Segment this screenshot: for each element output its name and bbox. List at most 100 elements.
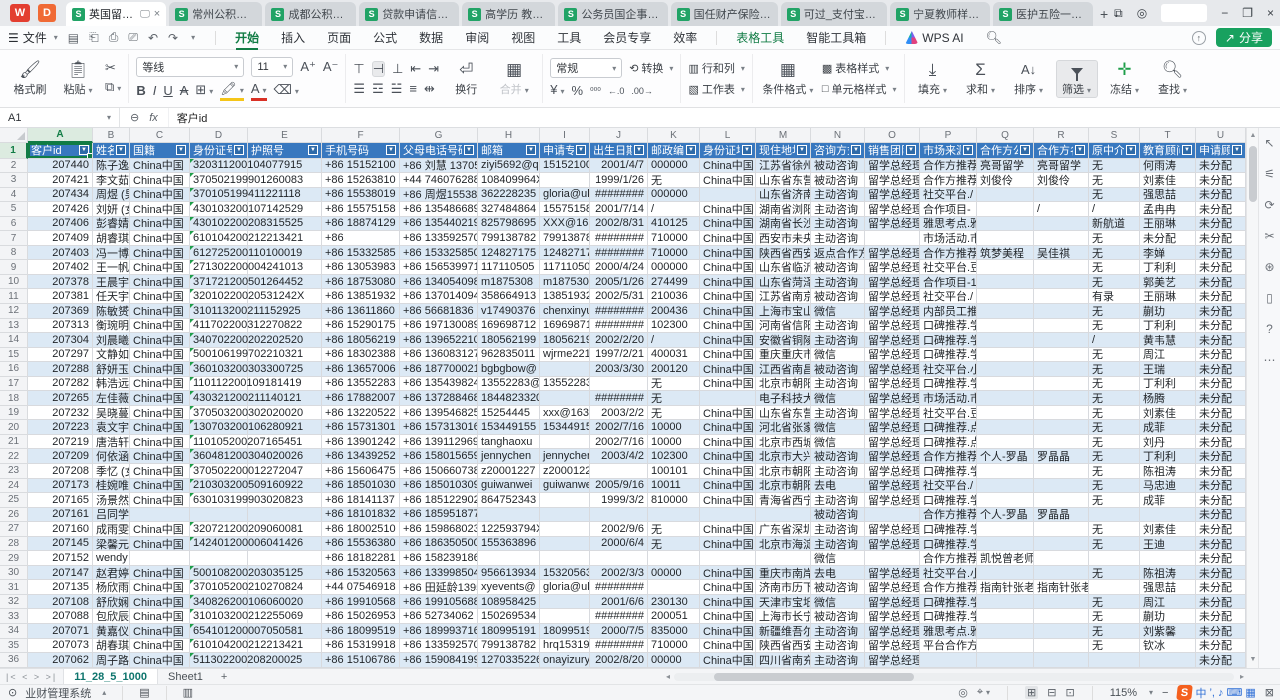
- cell[interactable]: 未分配: [1196, 479, 1246, 494]
- cell[interactable]: guiwanwei: [540, 479, 590, 494]
- cell[interactable]: [1034, 566, 1089, 581]
- cell[interactable]: 李婵: [1140, 246, 1196, 261]
- cell[interactable]: 山东省东营: [756, 406, 811, 421]
- cell[interactable]: 未分配: [1196, 377, 1246, 392]
- cell[interactable]: 207073: [28, 639, 93, 654]
- menu-tab-开始[interactable]: 开始: [224, 26, 270, 50]
- cell[interactable]: 210303200509160922: [190, 479, 248, 494]
- cell[interactable]: 无: [1089, 260, 1140, 275]
- cell[interactable]: 社交平台.豆: [920, 260, 977, 275]
- menu-tab-公式[interactable]: 公式: [362, 26, 408, 50]
- cell[interactable]: 刘素佳: [1140, 522, 1196, 537]
- cell[interactable]: 广东省深圳: [756, 522, 811, 537]
- cell[interactable]: 蒯玏: [1140, 304, 1196, 319]
- ime-chinese-icon[interactable]: 中: [1195, 685, 1206, 700]
- cell[interactable]: China中国: [700, 260, 756, 275]
- column-letter-K[interactable]: K: [648, 128, 700, 143]
- filter-dropdown-icon[interactable]: ▼: [797, 145, 807, 155]
- cell[interactable]: [248, 508, 322, 523]
- cell[interactable]: +86 1580156591: [400, 449, 478, 464]
- cell[interactable]: 口碑推荐.学: [920, 595, 977, 610]
- cell[interactable]: 340702200202202520: [190, 333, 248, 348]
- cell[interactable]: 被动咨询: [811, 173, 865, 188]
- cell[interactable]: 留学总经理: [865, 609, 920, 624]
- system-menu-chevron-icon[interactable]: ▴: [102, 688, 106, 697]
- cell[interactable]: [1089, 580, 1140, 595]
- cell[interactable]: 口碑推荐.学: [920, 377, 977, 392]
- row-number-15[interactable]: 15: [0, 348, 28, 363]
- vertical-scrollbar[interactable]: ▲ ▼: [1246, 128, 1258, 668]
- cell[interactable]: 108958425: [478, 595, 540, 610]
- cell[interactable]: +86 1971300890: [400, 319, 478, 334]
- cell[interactable]: +86 13657006: [322, 362, 400, 377]
- cell[interactable]: 无: [1089, 188, 1140, 203]
- align-middle-icon[interactable]: ⊣: [372, 61, 385, 77]
- cell[interactable]: China中国: [130, 202, 190, 217]
- cell[interactable]: 钦冰: [1140, 639, 1196, 654]
- cell[interactable]: 黄嘉仪 (女: [93, 624, 130, 639]
- cell[interactable]: 151521001: [540, 159, 590, 174]
- cell[interactable]: 1997/2/21: [590, 348, 648, 363]
- column-header-R[interactable]: 合作方名称▼: [1034, 143, 1089, 159]
- cell[interactable]: 未分配: [1196, 246, 1246, 261]
- row-number-19[interactable]: 19: [0, 406, 28, 421]
- cell[interactable]: 刘紫馨: [1140, 624, 1196, 639]
- row-number-29[interactable]: 29: [0, 551, 28, 566]
- cell[interactable]: 000000: [648, 260, 700, 275]
- increase-font-icon[interactable]: A⁺: [300, 60, 316, 74]
- cell[interactable]: 32010220020531242X: [190, 289, 248, 304]
- column-letter-N[interactable]: N: [811, 128, 865, 143]
- help-icon[interactable]: ?: [1266, 322, 1273, 336]
- conditional-format-button[interactable]: ▦ 条件格式▾: [760, 61, 816, 97]
- cell[interactable]: China中国: [700, 639, 756, 654]
- cell[interactable]: 未分配: [1196, 173, 1246, 188]
- column-letter-P[interactable]: P: [920, 128, 977, 143]
- cell[interactable]: [977, 260, 1034, 275]
- cell[interactable]: 207440: [28, 159, 93, 174]
- cell[interactable]: 无: [1089, 173, 1140, 188]
- cell[interactable]: +86 1506607386: [400, 464, 478, 479]
- contacts-book-icon[interactable]: ▯: [1266, 291, 1273, 305]
- sort-button[interactable]: A↓ 排序▾: [1008, 61, 1050, 97]
- increase-decimal-icon[interactable]: ←.0: [608, 84, 625, 98]
- cell[interactable]: 无: [1089, 304, 1140, 319]
- align-justify-icon[interactable]: ≡: [409, 82, 417, 96]
- cell[interactable]: 留学总经理: [865, 348, 920, 363]
- cell[interactable]: 留学总经理: [865, 639, 920, 654]
- cell[interactable]: 未分配: [1196, 231, 1246, 246]
- cell[interactable]: 2002/9/6: [590, 522, 648, 537]
- cell[interactable]: +86 1396522100: [400, 333, 478, 348]
- cell[interactable]: 未分配: [1196, 551, 1246, 566]
- cell[interactable]: [756, 551, 811, 566]
- cell[interactable]: [540, 173, 590, 188]
- cell[interactable]: 周江: [1140, 595, 1196, 610]
- cell-name-box[interactable]: A1▾: [0, 108, 120, 127]
- cell[interactable]: 口碑推荐.点: [920, 435, 977, 450]
- cell[interactable]: 未分配: [1196, 319, 1246, 334]
- cell[interactable]: 留学总经理: [865, 362, 920, 377]
- cell[interactable]: China中国: [130, 348, 190, 363]
- cell[interactable]: 207304: [28, 333, 93, 348]
- filter-dropdown-icon[interactable]: ▼: [116, 145, 126, 155]
- cell[interactable]: 北京市大兴: [756, 449, 811, 464]
- cell[interactable]: 207282: [28, 377, 93, 392]
- cell[interactable]: z20001227: [478, 464, 540, 479]
- cell[interactable]: 留学总经理: [865, 173, 920, 188]
- column-header-O[interactable]: 销售团队▼: [865, 143, 920, 159]
- cell[interactable]: 2005/1/26: [590, 275, 648, 290]
- cell[interactable]: 117110505: [540, 260, 590, 275]
- cell[interactable]: 2002/5/31: [590, 289, 648, 304]
- cell[interactable]: [1034, 653, 1089, 668]
- cell[interactable]: China中国: [700, 173, 756, 188]
- column-header-S[interactable]: 原中介机构▼: [1089, 143, 1140, 159]
- undo-icon[interactable]: ↶: [148, 31, 158, 45]
- cell[interactable]: 无: [1089, 522, 1140, 537]
- cell[interactable]: [1034, 406, 1089, 421]
- font-size-select[interactable]: 11▾: [251, 57, 293, 77]
- cell[interactable]: 00000: [648, 653, 700, 668]
- cell[interactable]: China中国: [700, 609, 756, 624]
- cell[interactable]: 雅思考点.雅: [920, 624, 977, 639]
- cursor-select-icon[interactable]: ↖: [1264, 136, 1274, 150]
- cell[interactable]: 2000/4/24: [590, 260, 648, 275]
- cell[interactable]: [977, 406, 1034, 421]
